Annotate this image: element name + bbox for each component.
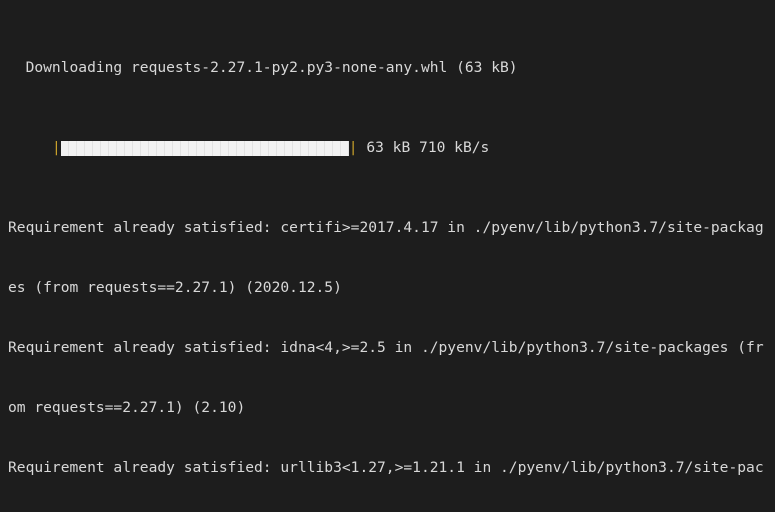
terminal-line-certifi-satisfied-cont: es (from requests==2.27.1) (2020.12.5): [8, 279, 342, 296]
download-progress-row: | | 63 kB 710 kB/s: [8, 138, 764, 158]
progress-bar-fill: [60, 140, 349, 156]
progress-right-delimiter-icon: |: [348, 139, 358, 156]
progress-indent: [8, 138, 52, 158]
terminal-line-idna-satisfied: Requirement already satisfied: idna<4,>=…: [8, 339, 764, 356]
terminal-output-pane[interactable]: Downloading requests-2.27.1-py2.py3-none…: [0, 0, 775, 512]
terminal-line-idna-satisfied-cont: om requests==2.27.1) (2.10): [8, 399, 246, 416]
terminal-line-certifi-satisfied: Requirement already satisfied: certifi>=…: [8, 219, 764, 236]
terminal-line-downloading-requests: Downloading requests-2.27.1-py2.py3-none…: [8, 59, 518, 76]
terminal-line-container: Downloading requests-2.27.1-py2.py3-none…: [8, 0, 764, 512]
progress-speed-label: 63 kB 710 kB/s: [357, 139, 490, 156]
progress-left-delimiter-icon: |: [51, 139, 61, 156]
terminal-line-urllib3-satisfied: Requirement already satisfied: urllib3<1…: [8, 459, 764, 476]
